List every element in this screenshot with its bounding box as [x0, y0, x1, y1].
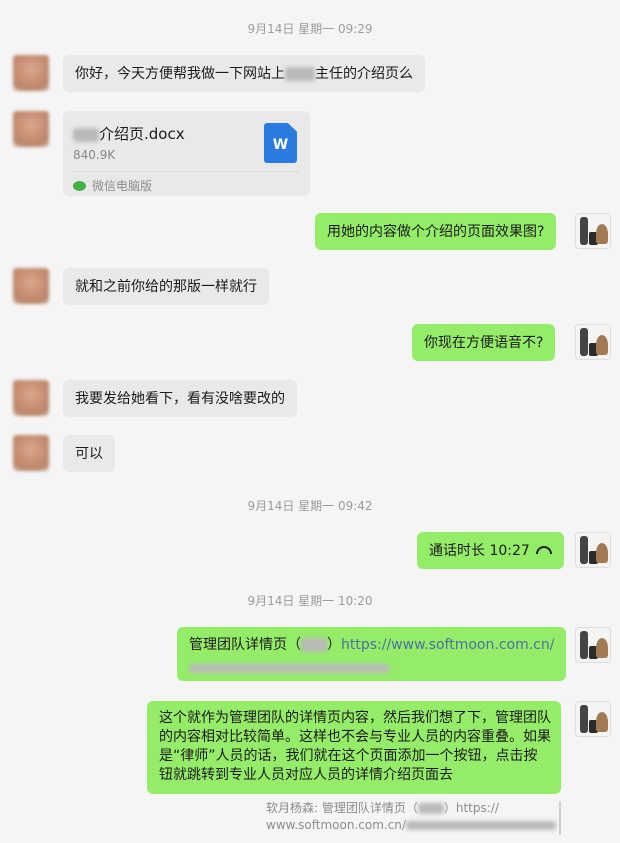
my-avatar[interactable] — [575, 627, 611, 663]
message-line: 钮就跳转到专业人员对应人员的详情介绍页面去 — [159, 767, 453, 783]
timestamp: 9月14日 星期一 09:29 — [247, 22, 373, 36]
message-text: 用她的内容做个介绍的页面效果图? — [327, 224, 545, 240]
quoted-message[interactable]: 软月杨森: 管理团队详情页（ ）https:// www.softmoon.com… — [266, 800, 558, 834]
contact-avatar[interactable] — [13, 111, 49, 147]
message-line: 是“律师”人员的话，我们就在这个页面添加一个按钮，点击按 — [159, 748, 538, 764]
timestamp: 9月14日 星期一 09:42 — [247, 499, 373, 513]
message-text: 你好，今天方便帮我做一下网站上 — [75, 66, 285, 82]
message-text: 就和之前你给的那版一样就行 — [75, 279, 257, 295]
timestamp: 9月14日 星期一 10:20 — [247, 594, 373, 608]
my-avatar[interactable] — [575, 324, 611, 360]
file-source: 微信电脑版 — [73, 177, 152, 194]
message-text: ） — [327, 637, 341, 653]
phone-hangup-icon — [535, 546, 552, 554]
file-name: 介绍页.docx — [73, 123, 185, 144]
quote-bar — [559, 801, 561, 835]
quote-text: ）https:// — [443, 801, 499, 815]
message-bubble-sent[interactable]: 管理团队详情页（ ）https://www.softmoon.com.cn/ — [177, 627, 567, 681]
redacted-name — [301, 638, 327, 652]
redacted-link-path — [189, 663, 389, 673]
my-avatar[interactable] — [575, 701, 611, 737]
message-bubble-received[interactable]: 可以 — [63, 435, 115, 472]
quote-text: www.softmoon.com.cn/ — [266, 818, 406, 832]
divider — [73, 171, 300, 172]
message-bubble-sent[interactable]: 你现在方便语音不? — [412, 324, 556, 361]
file-message-card[interactable]: 介绍页.docx 840.9K W 微信电脑版 — [63, 111, 310, 196]
redacted-name — [73, 127, 99, 142]
redacted-name — [285, 67, 315, 81]
message-text: 你现在方便语音不? — [424, 335, 544, 351]
contact-avatar[interactable] — [13, 380, 49, 416]
message-line: 这个就作为管理团队的详情页内容，然后我们想了下，管理团队 — [159, 710, 551, 726]
message-bubble-received[interactable]: 你好，今天方便帮我做一下网站上 主任的介绍页么 — [63, 55, 425, 92]
message-line: 的内容相对比较简单。这样也不会与专业人员的内容重叠。如果 — [159, 729, 551, 745]
file-size: 840.9K — [73, 148, 116, 162]
message-bubble-received[interactable]: 我要发给她看下，看有没啥要改的 — [63, 380, 297, 417]
message-text: 可以 — [75, 446, 103, 462]
word-doc-icon: W — [264, 123, 297, 163]
quote-text: 软月杨森: 管理团队详情页（ — [266, 801, 418, 815]
message-bubble-received[interactable]: 就和之前你给的那版一样就行 — [63, 268, 269, 305]
contact-avatar[interactable] — [13, 55, 49, 91]
contact-avatar[interactable] — [13, 268, 49, 304]
message-bubble-sent[interactable]: 用她的内容做个介绍的页面效果图? — [315, 213, 557, 250]
message-text: 主任的介绍页么 — [315, 66, 413, 82]
message-text: 管理团队详情页（ — [189, 637, 301, 653]
message-text: 我要发给她看下，看有没啥要改的 — [75, 391, 285, 407]
wechat-icon — [73, 181, 86, 191]
call-record-bubble[interactable]: 通话时长 10:27 — [417, 532, 564, 569]
contact-avatar[interactable] — [13, 435, 49, 471]
message-link[interactable]: https://www.softmoon.com.cn/ — [341, 637, 554, 653]
message-bubble-sent[interactable]: 这个就作为管理团队的详情页内容，然后我们想了下，管理团队 的内容相对比较简单。这… — [147, 701, 561, 794]
redacted-link-path — [405, 821, 556, 830]
call-duration: 通话时长 10:27 — [429, 543, 530, 559]
my-avatar[interactable] — [575, 532, 611, 568]
redacted-name — [417, 803, 444, 814]
my-avatar[interactable] — [575, 213, 611, 249]
